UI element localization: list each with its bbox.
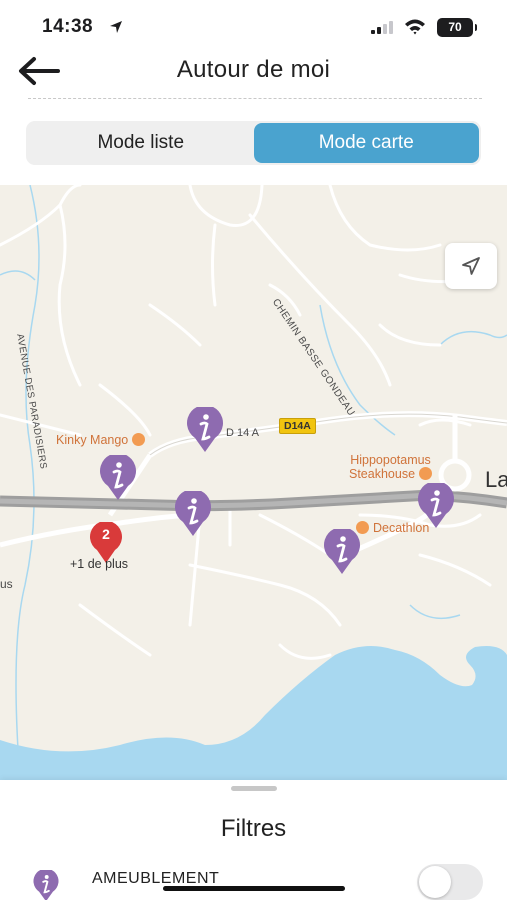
- home-indicator[interactable]: [163, 886, 345, 891]
- filter-toggle[interactable]: [417, 864, 483, 900]
- place-label-edge-left: us: [0, 577, 13, 591]
- info-marker-icon[interactable]: [416, 483, 456, 529]
- sheet-grabber[interactable]: [231, 786, 277, 791]
- mode-map-tab[interactable]: Mode carte: [253, 123, 479, 163]
- poi-kinky-mango-label: Kinky Mango: [56, 433, 129, 447]
- info-marker-icon: [33, 870, 59, 900]
- water-bay: [0, 646, 507, 780]
- filter-row-ameublement: AMEUBLEMENT: [0, 864, 507, 900]
- header-divider: [28, 98, 482, 99]
- map-view[interactable]: CHEMIN BASSE GONDEAU AVENUE DES PARADISI…: [0, 185, 507, 780]
- toggle-knob: [419, 866, 451, 898]
- road-badge-d14a: D14A: [279, 418, 316, 434]
- place-label-edge-right: La: [485, 467, 507, 492]
- info-marker-icon[interactable]: [98, 455, 138, 501]
- filters-title: Filtres: [220, 815, 287, 842]
- status-time: 14:38: [42, 16, 94, 37]
- view-mode-switch: Mode liste Mode carte: [26, 121, 481, 165]
- poi-hippopotamus-line2: Steakhouse: [349, 467, 416, 481]
- filters-sheet: Filtres AMEUBLEMENT: [0, 780, 507, 900]
- restaurant-icon: [132, 433, 146, 446]
- screen: 14:38 70 Autour de moi Mode liste Mode c…: [0, 0, 507, 900]
- cellular-signal-icon: [371, 21, 393, 34]
- status-bar: 14:38 70: [0, 0, 507, 56]
- poi-hippopotamus-line1: Hippopotamus: [350, 453, 431, 467]
- page-title: Autour de moi: [176, 56, 331, 83]
- battery-icon: 70: [437, 18, 477, 37]
- road-label-d14a: D 14 A: [226, 427, 260, 439]
- cluster-more-label[interactable]: +1 de plus: [70, 557, 128, 571]
- locate-arrow-icon: [462, 257, 480, 275]
- poi-kinky-mango[interactable]: Kinky Mango: [56, 433, 146, 447]
- location-arrow-icon: [110, 21, 122, 33]
- info-marker-icon[interactable]: [322, 529, 362, 575]
- wifi-icon: [405, 19, 425, 35]
- mode-list-tab[interactable]: Mode liste: [28, 123, 254, 163]
- locate-me-button[interactable]: [445, 243, 497, 289]
- info-marker-icon[interactable]: [185, 407, 225, 453]
- cluster-count: 2: [102, 526, 110, 542]
- poi-hippopotamus[interactable]: Hippopotamus Steakhouse: [349, 453, 433, 481]
- info-marker-icon[interactable]: [173, 491, 213, 537]
- restaurant-icon: [419, 467, 433, 480]
